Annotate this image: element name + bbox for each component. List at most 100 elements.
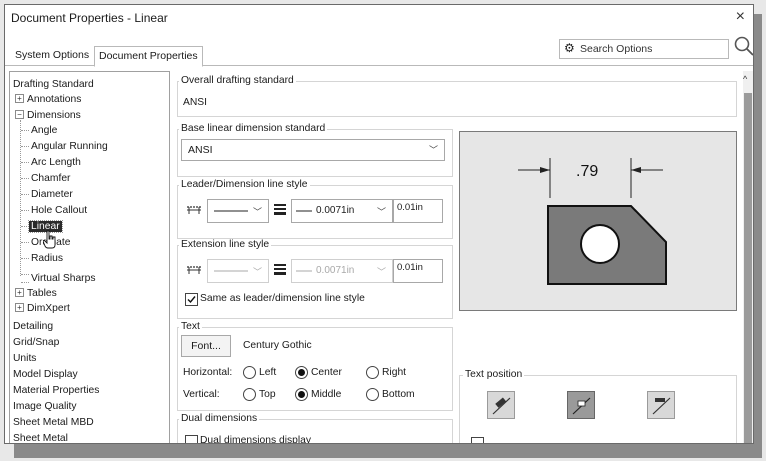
tree-item-annotations[interactable]: + Annotations [15, 94, 81, 105]
text-position-solid-leader-icon[interactable] [487, 391, 515, 419]
tree-item-arc-length[interactable]: Arc Length [31, 157, 81, 168]
vertical-scrollbar[interactable]: ^ [743, 71, 753, 443]
extension-custom-thickness-value: 0.01in [397, 262, 423, 273]
chevron-down-icon: ﹀ [376, 267, 386, 277]
search-options-box[interactable]: ⚙ Search Options [559, 39, 729, 59]
chevron-down-icon: ﹀ [428, 145, 438, 155]
solid-line-icon [214, 210, 248, 212]
scrollbar-thumb[interactable] [744, 93, 752, 443]
horizontal-left-radio[interactable] [243, 366, 256, 379]
base-linear-dropdown[interactable]: ANSI ﹀ [181, 139, 445, 161]
tree-connector [21, 162, 29, 163]
tree-item-hole-callout[interactable]: Hole Callout [31, 205, 87, 216]
overall-standard-value: ANSI [183, 97, 208, 108]
tree-connector [21, 194, 29, 195]
leader-custom-thickness-value: 0.01in [397, 202, 423, 213]
scroll-up-icon[interactable]: ^ [743, 74, 747, 84]
horizontal-center-radio[interactable] [295, 366, 308, 379]
vertical-label: Vertical: [183, 389, 220, 400]
vertical-top-radio[interactable] [243, 388, 256, 401]
expand-icon[interactable]: + [15, 288, 24, 297]
dual-dimensions-checkbox[interactable] [185, 435, 198, 443]
tree-item-tables[interactable]: + Tables [15, 288, 57, 299]
text-position-horizontal-icon[interactable] [647, 391, 675, 419]
checkmark-icon [187, 296, 196, 304]
extension-thickness-dropdown[interactable]: 0.0071in ﹀ [291, 259, 393, 283]
dual-dimensions-display-label: Dual dimensions display [200, 435, 312, 444]
font-name: Century Gothic [243, 340, 312, 351]
extension-custom-thickness-input[interactable]: 0.01in [393, 259, 443, 283]
line-style-icon [187, 265, 201, 275]
text-position-option-checkbox[interactable] [471, 437, 484, 443]
leader-style-label: Leader/Dimension line style [179, 179, 310, 190]
line-thickness-icon [274, 264, 286, 275]
tree-item-model-display[interactable]: Model Display [13, 369, 78, 380]
tree-item-sheet-metal-mbd[interactable]: Sheet Metal MBD [13, 417, 94, 428]
leader-line-style-dropdown[interactable]: ﹀ [207, 199, 269, 223]
tree-item-units[interactable]: Units [13, 353, 36, 364]
tree-item-angle[interactable]: Angle [31, 125, 57, 136]
line-style-icon [187, 205, 201, 215]
base-linear-label: Base linear dimension standard [179, 123, 328, 134]
expand-icon[interactable]: + [15, 94, 24, 103]
line-thickness-icon [274, 204, 286, 215]
close-button[interactable]: × [736, 8, 745, 26]
tree-item-dimensions[interactable]: − Dimensions [15, 110, 81, 121]
vertical-bottom-radio[interactable] [366, 388, 379, 401]
tree-connector [21, 210, 29, 211]
vertical-top-label: Top [259, 389, 276, 400]
tree-item-detailing[interactable]: Detailing [13, 321, 53, 332]
vertical-middle-label: Middle [311, 389, 342, 400]
overall-standard-group [177, 81, 737, 117]
text-position-label: Text position [463, 369, 525, 380]
extension-line-style-dropdown[interactable]: ﹀ [207, 259, 269, 283]
hand-cursor-icon [43, 230, 56, 249]
search-icon[interactable] [733, 35, 754, 57]
dual-dimensions-label: Dual dimensions [179, 413, 260, 424]
tree-connector [21, 226, 29, 227]
tree-connector [21, 242, 29, 243]
tree-item-image-quality[interactable]: Image Quality [13, 401, 77, 412]
tree-item-material-properties[interactable]: Material Properties [13, 385, 99, 396]
vertical-middle-radio[interactable] [295, 388, 308, 401]
tree-item-sheet-metal[interactable]: Sheet Metal [13, 433, 68, 443]
chevron-down-icon: ﹀ [252, 207, 262, 217]
preview-drawing: .79 [518, 158, 667, 285]
tree-connector [21, 178, 29, 179]
chevron-down-icon: ﹀ [376, 207, 386, 217]
leader-custom-thickness-input[interactable]: 0.01in [393, 199, 443, 223]
overall-standard-label: Overall drafting standard [179, 75, 296, 86]
same-as-leader-label: Same as leader/dimension line style [200, 293, 365, 304]
tab-system-options[interactable]: System Options [11, 46, 93, 64]
tree-item-virtual-sharps[interactable]: Virtual Sharps [31, 273, 96, 284]
tree-item-drafting-standard[interactable]: Drafting Standard [13, 79, 94, 90]
vertical-bottom-label: Bottom [382, 389, 415, 400]
base-linear-value: ANSI [188, 144, 213, 156]
tree-connector [21, 282, 29, 283]
tab-document-properties[interactable]: Document Properties [94, 46, 203, 67]
document-properties-dialog: Document Properties - Linear × System Op… [4, 4, 754, 444]
tree-connector [21, 130, 29, 131]
tree-item-radius[interactable]: Radius [31, 253, 63, 264]
tree-item-dimxpert[interactable]: + DimXpert [15, 303, 70, 314]
search-placeholder: Search Options [580, 43, 653, 55]
thin-line-icon [296, 270, 312, 272]
collapse-icon[interactable]: − [15, 110, 24, 119]
horizontal-label: Horizontal: [183, 367, 233, 378]
tree-item-chamfer[interactable]: Chamfer [31, 173, 70, 184]
expand-icon[interactable]: + [15, 303, 24, 312]
tree-item-grid-snap[interactable]: Grid/Snap [13, 337, 59, 348]
horizontal-right-radio[interactable] [366, 366, 379, 379]
text-position-broken-leader-icon[interactable] [567, 391, 595, 419]
horizontal-center-label: Center [311, 367, 342, 378]
solid-line-icon [214, 270, 248, 272]
font-button[interactable]: Font... [181, 335, 231, 357]
extension-thickness-value: 0.0071in [316, 265, 355, 276]
same-as-leader-checkbox[interactable] [185, 293, 198, 306]
tree-item-diameter[interactable]: Diameter [31, 189, 73, 200]
tree-connector [21, 274, 29, 275]
tree-item-angular-running[interactable]: Angular Running [31, 141, 108, 152]
extension-style-label: Extension line style [179, 239, 272, 250]
leader-thickness-dropdown[interactable]: 0.0071in ﹀ [291, 199, 393, 223]
gear-icon: ⚙ [564, 41, 575, 55]
